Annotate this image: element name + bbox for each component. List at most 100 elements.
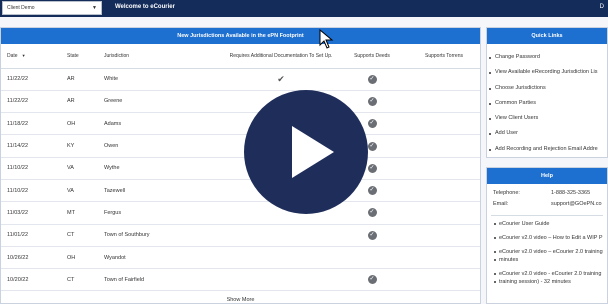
cell-jurisdiction: Wyandot <box>98 246 226 270</box>
cell-state: MT <box>61 201 98 225</box>
table-row[interactable]: 11/22/22 AR Greene ✓ <box>1 90 480 114</box>
cell-state: AR <box>61 68 98 91</box>
cell-state: AR <box>61 90 98 114</box>
check-circle-icon: ✓ <box>367 275 377 285</box>
table-header-row: Date ▼ State Jurisdiction Requires Additi… <box>1 44 480 69</box>
cell-date: 11/10/22 <box>1 157 61 180</box>
cell-jurisdiction: Wythe <box>98 157 226 180</box>
cell-state: VA <box>61 179 98 203</box>
quick-link-item[interactable]: View Client Users <box>487 111 607 126</box>
telephone-label: Telephone: <box>493 190 520 196</box>
quick-links-panel: Quick Links Change Password View Availabl… <box>486 27 608 158</box>
table-row[interactable]: 11/10/22 VA Wythe ✓ <box>1 157 480 180</box>
column-date[interactable]: Date ▼ <box>1 44 61 69</box>
quick-link-item[interactable]: View Available eRecording Jurisdiction L… <box>487 65 607 80</box>
cell-state: OH <box>61 246 98 270</box>
check-circle-icon: ✓ <box>367 141 377 151</box>
client-select[interactable]: Client Demo ▼ <box>2 1 102 15</box>
table-row[interactable]: 11/22/22 AR White ✔ ✓ <box>1 68 480 91</box>
column-supports-torrens[interactable]: Supports Torrens <box>408 44 480 69</box>
cell-supports-torrens <box>408 224 480 247</box>
email-label: Email: <box>493 201 509 207</box>
cell-jurisdiction: Greene <box>98 90 226 114</box>
cell-supports-torrens <box>408 112 480 136</box>
table-row[interactable]: 11/10/22 VA Tazewell ✓ <box>1 179 480 203</box>
cell-date: 11/14/22 <box>1 134 61 158</box>
cell-requires-docs <box>226 268 336 292</box>
quick-link-item[interactable]: Add Recording and Rejection Email Addre <box>487 142 607 157</box>
cell-state: KY <box>61 134 98 158</box>
welcome-title: Welcome to eCourier <box>115 4 175 10</box>
email-value[interactable]: support@GOePN.co <box>551 199 602 210</box>
cell-state: CT <box>61 268 98 292</box>
cell-jurisdiction: Tazewell <box>98 179 226 203</box>
table-row[interactable]: 10/26/22 OH Wyandot <box>1 246 480 270</box>
cell-supports-torrens <box>408 90 480 114</box>
play-icon <box>292 126 334 178</box>
mouse-cursor-icon <box>319 29 334 49</box>
check-circle-icon: ✓ <box>367 96 377 106</box>
topbar-user[interactable]: D <box>600 4 604 10</box>
column-jurisdiction[interactable]: Jurisdiction <box>98 44 226 69</box>
column-state[interactable]: State <box>61 44 98 69</box>
client-select-value: Client Demo <box>7 5 35 11</box>
quick-link-item[interactable]: Change Password <box>487 50 607 65</box>
jurisdictions-table: Date ▼ State Jurisdiction Requires Additi… <box>1 44 480 292</box>
check-circle-icon: ✓ <box>367 230 377 240</box>
sort-down-icon[interactable]: ▼ <box>22 53 26 58</box>
help-title: Help <box>487 168 607 184</box>
help-link-training-1[interactable]: eCourier v2.0 video – eCourier 2.0 train… <box>487 248 607 256</box>
table-row[interactable]: 11/03/22 MT Fergus ✓ <box>1 201 480 225</box>
cell-date: 11/18/22 <box>1 112 61 136</box>
table-row[interactable]: 10/20/22 CT Town of Fairfield ✓ <box>1 268 480 292</box>
telephone-value[interactable]: 1-888-325-3365 <box>551 188 590 199</box>
quick-links-title: Quick Links <box>487 28 607 44</box>
cell-state: OH <box>61 112 98 136</box>
cell-supports-deeds <box>336 246 408 270</box>
cell-jurisdiction: White <box>98 68 226 91</box>
check-circle-icon: ✓ <box>367 74 377 84</box>
cell-supports-torrens <box>408 157 480 180</box>
cell-jurisdiction: Owen <box>98 134 226 158</box>
cell-date: 11/03/22 <box>1 201 61 225</box>
cell-requires-docs: ✔ <box>226 68 336 91</box>
table-row[interactable]: 11/01/22 CT Town of Southbury ✓ <box>1 224 480 247</box>
check-circle-icon: ✓ <box>367 163 377 173</box>
quick-link-item[interactable]: Add User <box>487 126 607 141</box>
cell-supports-torrens <box>408 134 480 158</box>
table-row[interactable]: 11/14/22 KY Owen ✓ <box>1 134 480 158</box>
column-supports-deeds[interactable]: Supports Deeds <box>336 44 408 69</box>
help-link-training-2-cont[interactable]: training session) - 32 minutes <box>487 278 607 286</box>
check-circle-icon: ✓ <box>367 119 377 129</box>
help-link-edit-wip[interactable]: eCourier v2.0 video – How to Edit a WIP … <box>487 234 607 242</box>
cell-supports-deeds: ✓ <box>336 224 408 247</box>
help-divider <box>491 215 603 216</box>
cell-supports-torrens <box>408 201 480 225</box>
table-row[interactable]: 11/18/22 OH Adams ✓ <box>1 112 480 136</box>
help-link-training-2[interactable]: eCourier v2.0 video - eCourier 2.0 train… <box>487 270 607 278</box>
quick-link-item[interactable]: Common Parties <box>487 96 607 111</box>
email-row: Email: support@GOePN.co <box>487 199 607 210</box>
cell-supports-torrens <box>408 68 480 91</box>
cell-supports-deeds: ✓ <box>336 268 408 292</box>
chevron-down-icon: ▼ <box>92 5 97 11</box>
help-link-user-guide[interactable]: eCourier User Guide <box>487 220 607 228</box>
cell-supports-torrens <box>408 268 480 292</box>
cell-date: 11/22/22 <box>1 68 61 91</box>
panel-title: New Jurisdictions Available in the ePN F… <box>1 28 480 44</box>
cell-jurisdiction: Fergus <box>98 201 226 225</box>
cell-date: 11/10/22 <box>1 179 61 203</box>
check-icon: ✔ <box>277 73 285 84</box>
cell-supports-torrens <box>408 179 480 203</box>
cell-supports-deeds: ✓ <box>336 68 408 91</box>
cell-date: 10/26/22 <box>1 246 61 270</box>
cell-jurisdiction: Town of Southbury <box>98 224 226 247</box>
jurisdictions-panel: New Jurisdictions Available in the ePN F… <box>0 27 481 304</box>
quick-link-item[interactable]: Choose Jurisdictions <box>487 81 607 96</box>
cell-requires-docs <box>226 224 336 247</box>
video-play-button[interactable] <box>244 90 368 214</box>
show-more-link[interactable]: Show More <box>1 297 480 303</box>
help-link-training-1-cont[interactable]: minutes <box>487 256 607 264</box>
top-bar: Client Demo ▼ Welcome to eCourier D <box>0 0 608 17</box>
cell-state: VA <box>61 157 98 180</box>
